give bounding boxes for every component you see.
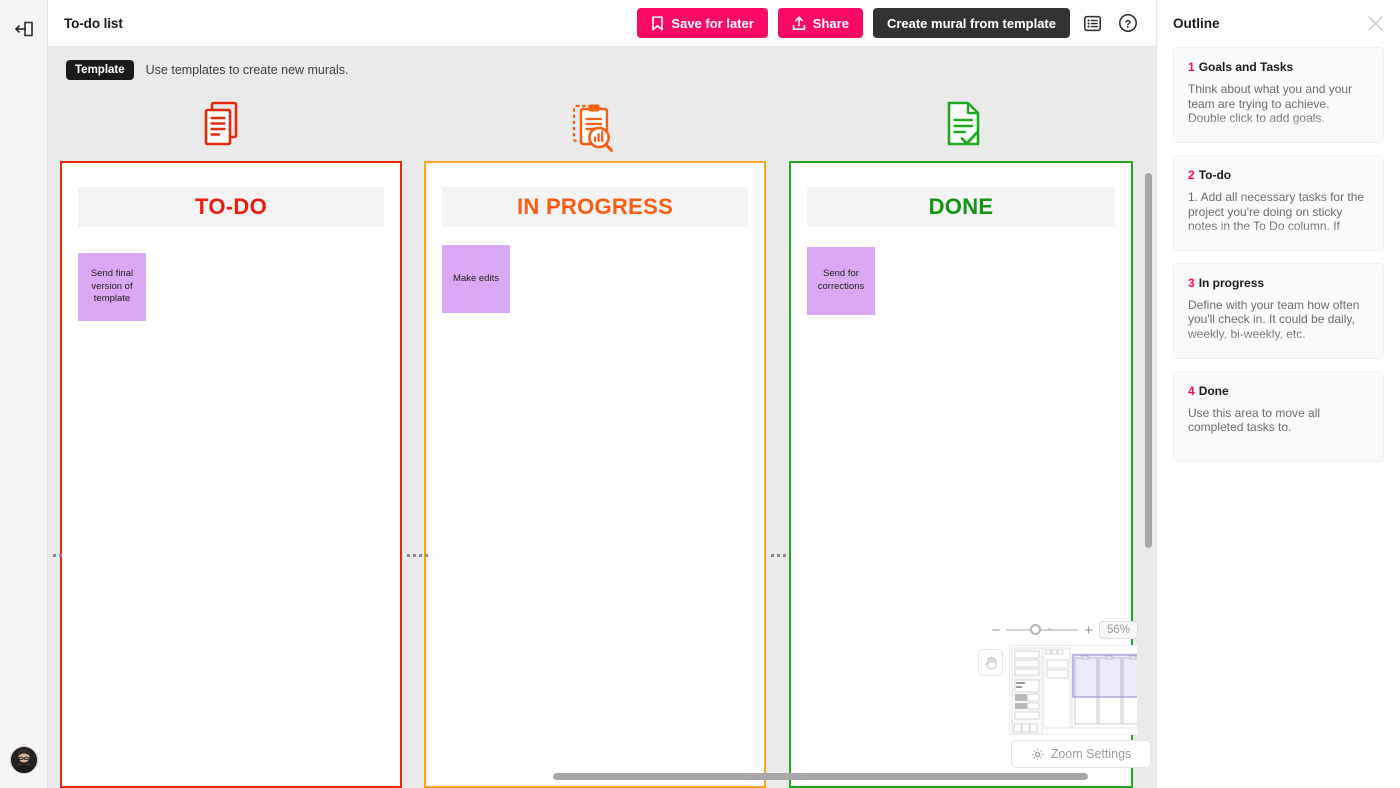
outline-list-icon[interactable] [1078,9,1106,37]
outline-item-title: To-do [1198,167,1232,182]
page-title: To-do list [64,15,123,31]
column-resize-grip[interactable] [406,545,428,565]
zoom-settings-label: Zoom Settings [1050,747,1132,761]
create-mural-label: Create mural from template [886,15,1056,31]
column-header-in-progress: IN PROGRESS [442,187,748,227]
share-button[interactable]: Share [777,8,863,38]
outline-item-body: Think about what you and your team are t… [1188,82,1353,126]
column-header-todo: TO-DO [78,187,384,227]
template-banner-text: Use templates to create new murals. [145,63,349,77]
outline-item-pad [1188,126,1369,140]
template-banner: Template Use templates to create new mur… [48,47,1156,93]
zoom-slider-tick [1048,628,1052,631]
avatar-photo [10,747,37,773]
app-root: To-do list Save for later Share Create m… [0,0,1400,788]
pan-hand-glyph [985,656,996,669]
outline-item-heading: 2 To-do [1188,168,1369,182]
column-resize-grip[interactable] [770,545,786,565]
outline-list-glyph [1083,15,1101,31]
outline-item-number: 1 [1188,60,1195,74]
avatar[interactable] [9,746,38,774]
svg-text:?: ? [1125,18,1132,30]
save-for-later-label: Save for later [671,15,754,31]
board-column-in-progress[interactable]: IN PROGRESS Make edits [424,161,766,788]
document-list-icon [200,99,246,156]
create-mural-from-template-button[interactable]: Create mural from template [872,8,1070,38]
column-title-in-progress: IN PROGRESS [516,194,674,219]
gear-icon [1031,748,1044,760]
document-list-glyph [204,101,238,146]
grip-dots [770,553,786,557]
column-header-done: DONE [807,187,1115,227]
sticky-note-text: Send for corrections [817,268,865,292]
left-rail [0,0,48,788]
zoom-out-button[interactable]: − [991,623,1000,638]
sticky-note[interactable]: Send final version of template [78,253,146,321]
outline-item-heading: 4 Done [1188,384,1369,398]
document-check-glyph [947,101,980,146]
collapse-panel-icon[interactable] [9,14,39,44]
column-title-done: DONE [928,194,994,219]
share-label: Share [812,15,849,31]
sticky-note-text: Make edits [453,272,499,284]
outline-item-number: 3 [1188,275,1195,290]
column-resize-grip[interactable] [50,545,64,565]
grip-dots [406,553,428,557]
minimap-row [978,645,1138,735]
outline-items-list: 1 Goals and Tasks Think about what you an… [1157,47,1400,462]
outline-item-title: In progress [1198,275,1265,290]
outline-item[interactable]: 1 Goals and Tasks Think about what you an… [1173,47,1384,143]
status-badge[interactable]: Template [66,60,134,80]
outline-item-pad [1188,342,1369,356]
canvas-horizontal-scrollbar[interactable] [553,773,1088,780]
outline-item[interactable]: 3 In progress Define with your team how o… [1173,262,1384,359]
sticky-note[interactable]: Make edits [442,245,510,313]
board-canvas[interactable]: TO-DO Send final version of template IN … [48,93,1156,788]
zoom-level-value[interactable]: 56% [1098,621,1138,639]
outline-item-number: 4 [1188,383,1195,398]
zoom-slider-handle[interactable] [1030,624,1042,635]
outline-item-number: 2 [1188,167,1195,182]
clipboard-analysis-icon [569,99,623,162]
outline-item[interactable]: 2 To-do 1. Add all necessary tasks for th… [1173,154,1384,251]
minimap-thumbnail [1010,646,1137,734]
grip-dots [52,553,62,557]
question-mark-glyph: ? [1119,14,1137,32]
outline-item-body: Define with your team how often you'll c… [1188,297,1360,341]
zoom-in-button[interactable]: + [1084,623,1093,638]
top-toolbar: To-do list Save for later Share Create m… [48,0,1156,47]
outline-header: Outline [1157,0,1400,47]
collapse-panel-glyph [14,21,33,37]
outline-panel: Outline 1 Goals and Tasks Think about wha… [1156,0,1400,788]
save-for-later-button[interactable]: Save for later [637,8,768,38]
canvas-vertical-scrollbar[interactable] [1145,173,1152,548]
clipboard-analysis-glyph [572,104,613,152]
minimap[interactable] [1009,645,1138,735]
outline-item-title: Goals and Tasks [1198,60,1294,74]
sticky-note[interactable]: Send for corrections [807,247,875,315]
close-glyph [1367,16,1383,31]
outline-item-title: Done [1198,383,1229,398]
outline-item-body: 1. Add all necessary tasks for the proje… [1188,189,1365,234]
outline-item-pad [1188,234,1369,248]
outline-title: Outline [1173,16,1220,31]
outline-item-heading: 1 Goals and Tasks [1188,60,1369,74]
upload-icon [792,16,805,30]
column-title-todo: TO-DO [195,194,267,219]
sticky-note-text: Send final version of template [90,267,134,305]
outline-item-body: Use this area to move all completed task… [1188,405,1321,435]
pan-hand-icon[interactable] [978,649,1003,676]
document-check-icon [941,99,985,156]
outline-item[interactable]: 4 Done Use this area to move all complete… [1173,370,1384,462]
zoom-slider[interactable] [1006,624,1079,635]
close-icon[interactable] [1364,13,1386,35]
board-column-todo[interactable]: TO-DO Send final version of template [60,161,402,788]
zoom-settings-button[interactable]: Zoom Settings [1011,740,1151,768]
help-icon[interactable]: ? [1114,9,1142,37]
outline-item-heading: 3 In progress [1188,276,1369,290]
board-icon-row [48,93,1156,161]
zoom-slider-row: − + 56% [978,621,1138,639]
zoom-widget: − + 56% Zoom Settings [978,621,1151,768]
bookmark-icon [652,15,664,30]
